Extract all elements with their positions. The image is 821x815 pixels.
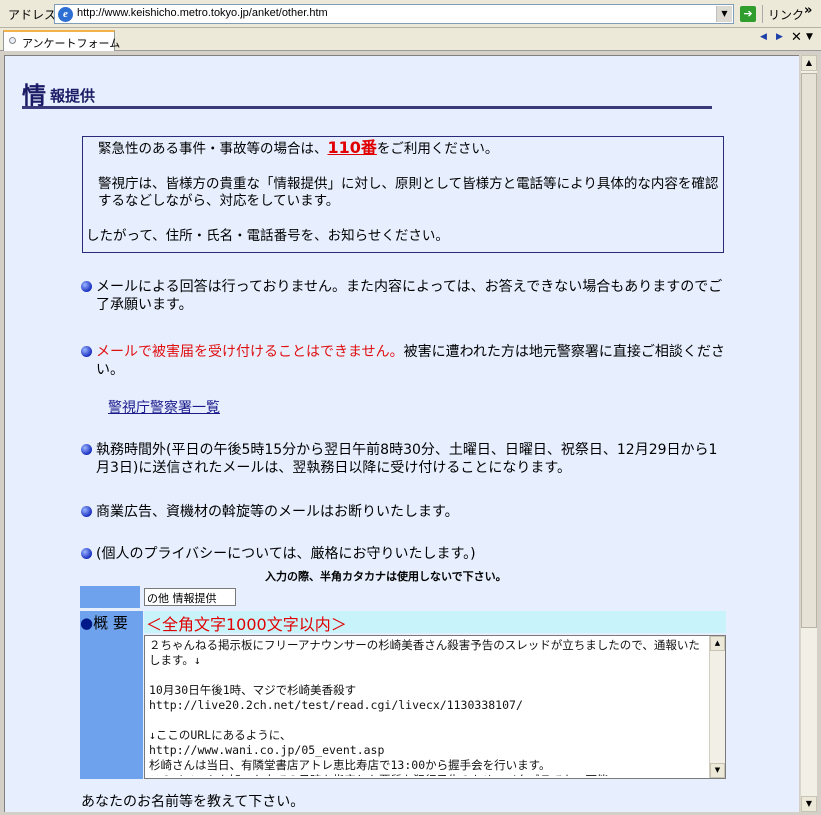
go-arrow-icon[interactable]: ➔ [740,6,756,22]
bullet-text: 商業広告、資機材の斡旋等のメールはお断りいたします。 [96,504,459,520]
notice-line-policy: 警視庁は、皆様方の貴重な「情報提供」に対し、原則として皆様方と電話等により具体的… [98,176,719,209]
form-label-cell [80,586,140,608]
ie-page-icon: e [58,7,73,22]
page-scrollbar[interactable]: ▲ ▼ [800,55,817,812]
address-dropdown-icon[interactable]: ▼ [716,6,732,22]
page-title: 情 報提供 [22,76,712,110]
list-item: メールによる回答は行っておりません。また内容によっては、お答えできない場合もあり… [81,278,726,314]
bullet-icon [81,444,92,455]
scroll-up-icon[interactable]: ▲ [801,55,817,71]
address-url: http://www.keishicho.metro.tokyo.jp/anke… [77,7,328,19]
category-input[interactable]: の他 情報提供 [144,588,236,606]
tab-label: アンケートフォーム [22,37,121,50]
name-prompt: あなたのお名前等を教えて下さい。 [81,794,305,810]
notice-line-contact: したがって、住所・氏名・電話番号を、お知らせください。 [86,228,449,244]
tab-page-icon [9,37,16,44]
list-item: 執務時間外(平日の午後5時15分から翌日午前8時30分、土曜日、日曜日、祝祭日、… [81,441,726,477]
textarea-scrollbar[interactable]: ▲ ▼ [709,636,725,778]
list-item: 商業広告、資機材の斡旋等のメールはお断りいたします。 [81,503,726,521]
bullet-text: (個人のプライバシーについては、厳格にお守りいたします。) [96,546,476,562]
summary-bullet: ● [80,614,94,632]
tab-close-icon[interactable]: ✕ [791,30,802,45]
address-bar: アドレス e http://www.keishicho.metro.tokyo.… [0,0,821,28]
emergency-notice-box: 緊急性のある事件・事故等の場合は、110番をご利用ください。 警視庁は、皆様方の… [82,136,724,253]
kana-warning: 入力の際、半角カタカナは使用しないで下さい。 [265,570,507,583]
bullet-text: メールで被害届を受け付けることはできません。被害に遭われた方は地元警察署に直接ご… [81,343,726,379]
list-item: (個人のプライバシーについては、厳格にお守りいたします。) [81,545,726,563]
browser-viewport: 情 報提供 緊急性のある事件・事故等の場合は、110番をご利用ください。 警視庁… [0,52,821,815]
links-button[interactable]: リンク [768,6,804,23]
scrollbar-thumb[interactable] [801,73,817,628]
police-station-list-link[interactable]: 警視庁警察署一覧 [108,397,220,417]
notice-text: 緊急性のある事件・事故等の場合は、 [98,141,328,157]
tab-prev-icon[interactable]: ◀ [760,32,767,42]
warning-text: メールで被害届を受け付けることはできません。 [96,344,404,360]
bullet-text: 執務時間外(平日の午後5時15分から翌日午前8時30分、土曜日、日曜日、祝祭日、… [96,442,718,476]
bullet-icon [81,281,92,292]
bullet-icon [81,346,92,357]
bullet-icon [81,548,92,559]
address-label: アドレス [8,8,57,22]
summary-textarea[interactable]: ２ちゃんねる掲示板にフリーアナウンサーの杉崎美香さん殺害予告のスレッドが立ちまし… [144,635,726,779]
tab-next-icon[interactable]: ▶ [776,32,783,42]
address-input[interactable]: e http://www.keishicho.metro.tokyo.jp/an… [54,4,734,24]
scroll-up-icon[interactable]: ▲ [710,636,725,651]
notice-text: をご利用ください。 [376,141,499,157]
summary-textarea-text[interactable]: ２ちゃんねる掲示板にフリーアナウンサーの杉崎美香さん殺害予告のスレッドが立ちまし… [149,638,706,776]
summary-label-text: 概 要 [93,614,128,632]
scroll-down-icon[interactable]: ▼ [710,763,725,778]
summary-label: ●概 要 [80,612,128,633]
title-underline [22,106,712,109]
summary-label-cell: ●概 要 [80,611,143,779]
list-item: メールで被害届を受け付けることはできません。被害に遭われた方は地元警察署に直接ご… [81,343,726,379]
web-page: 情 報提供 緊急性のある事件・事故等の場合は、110番をご利用ください。 警視庁… [4,55,799,812]
emergency-110-text: 110番 [327,138,377,157]
links-chevron-icon[interactable]: » [804,3,812,18]
toolbar-separator [762,5,763,23]
notice-line-110: 緊急性のある事件・事故等の場合は、110番をご利用ください。 [86,139,720,158]
bullet-icon [81,506,92,517]
summary-hint-cell: ＜全角文字1000文字以内＞ [144,611,726,634]
summary-length-hint: ＜全角文字1000文字以内＞ [146,615,347,634]
page-title-small: 報提供 [50,87,96,105]
tab-menu-icon[interactable]: ▼ [806,32,813,42]
tab-survey-form[interactable]: アンケートフォーム [3,30,120,51]
tab-bar: アンケートフォーム ◀ ▶ ✕ ▼ [0,28,821,51]
scroll-down-icon[interactable]: ▼ [801,796,817,812]
bullet-text: メールによる回答は行っておりません。また内容によっては、お答えできない場合もあり… [96,279,723,313]
